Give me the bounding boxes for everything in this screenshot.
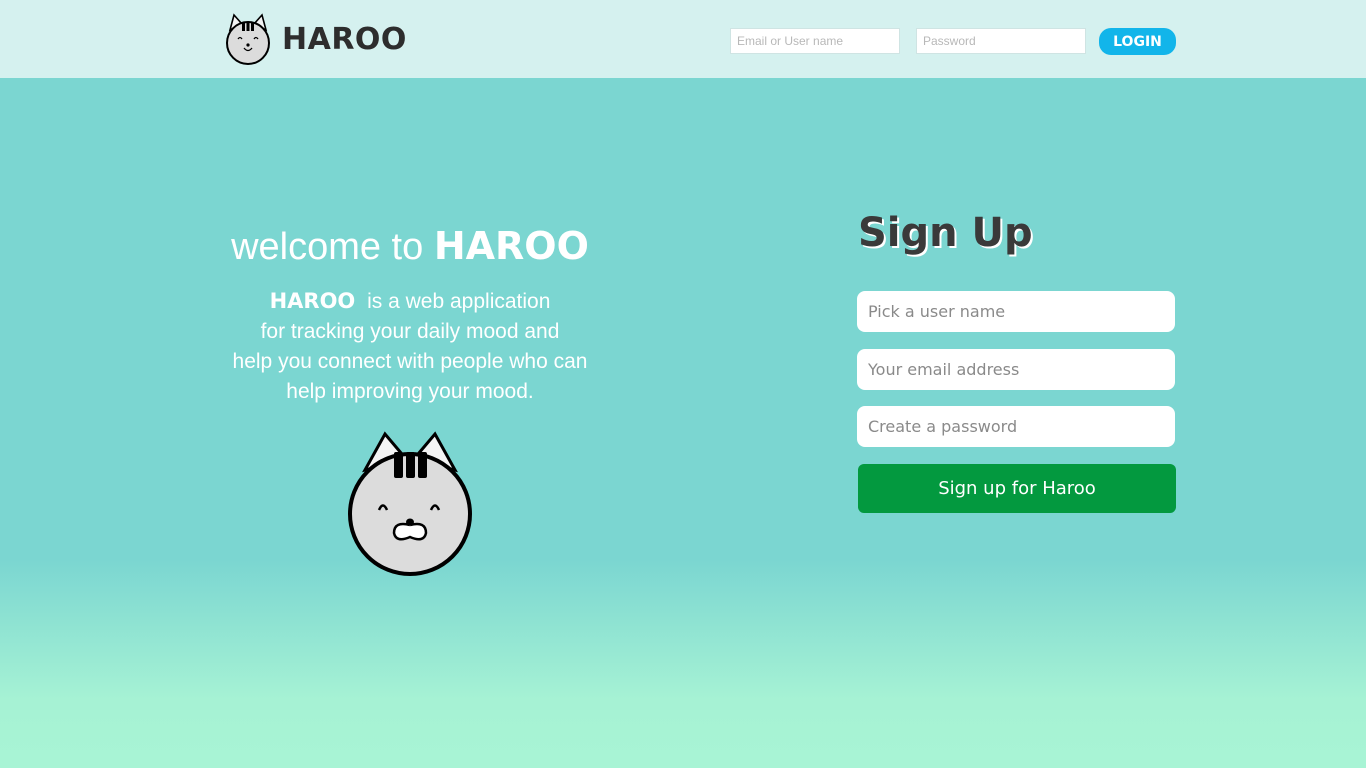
signup-title: Sign Up	[858, 210, 1033, 256]
description-brand: HAROO	[269, 289, 356, 313]
description-line-3: help you connect with people who can	[232, 350, 588, 373]
welcome-heading: welcome to HAROO	[200, 224, 620, 269]
brand-logo[interactable]: HAROO	[224, 12, 407, 66]
cat-face-icon	[226, 13, 270, 65]
app-description: HAROO is a web application for tracking …	[190, 286, 630, 407]
brand-name: HAROO	[282, 21, 407, 57]
description-line-2: for tracking your daily mood and	[260, 320, 560, 343]
description-line-4: help improving your mood.	[286, 380, 534, 403]
description-line-1: is a web application	[367, 290, 551, 313]
top-navbar: HAROO LOGIN	[0, 0, 1366, 78]
cat-mascot-icon	[348, 431, 472, 576]
signup-submit-button[interactable]: Sign up for Haroo	[858, 464, 1176, 513]
signup-username-input[interactable]	[857, 291, 1175, 332]
signup-email-input[interactable]	[857, 349, 1175, 390]
welcome-prefix: welcome to	[231, 226, 424, 268]
login-button[interactable]: LOGIN	[1099, 28, 1176, 55]
signup-password-input[interactable]	[857, 406, 1175, 447]
login-email-input[interactable]	[730, 28, 900, 54]
login-password-input[interactable]	[916, 28, 1086, 54]
welcome-brand: HAROO	[433, 224, 589, 268]
